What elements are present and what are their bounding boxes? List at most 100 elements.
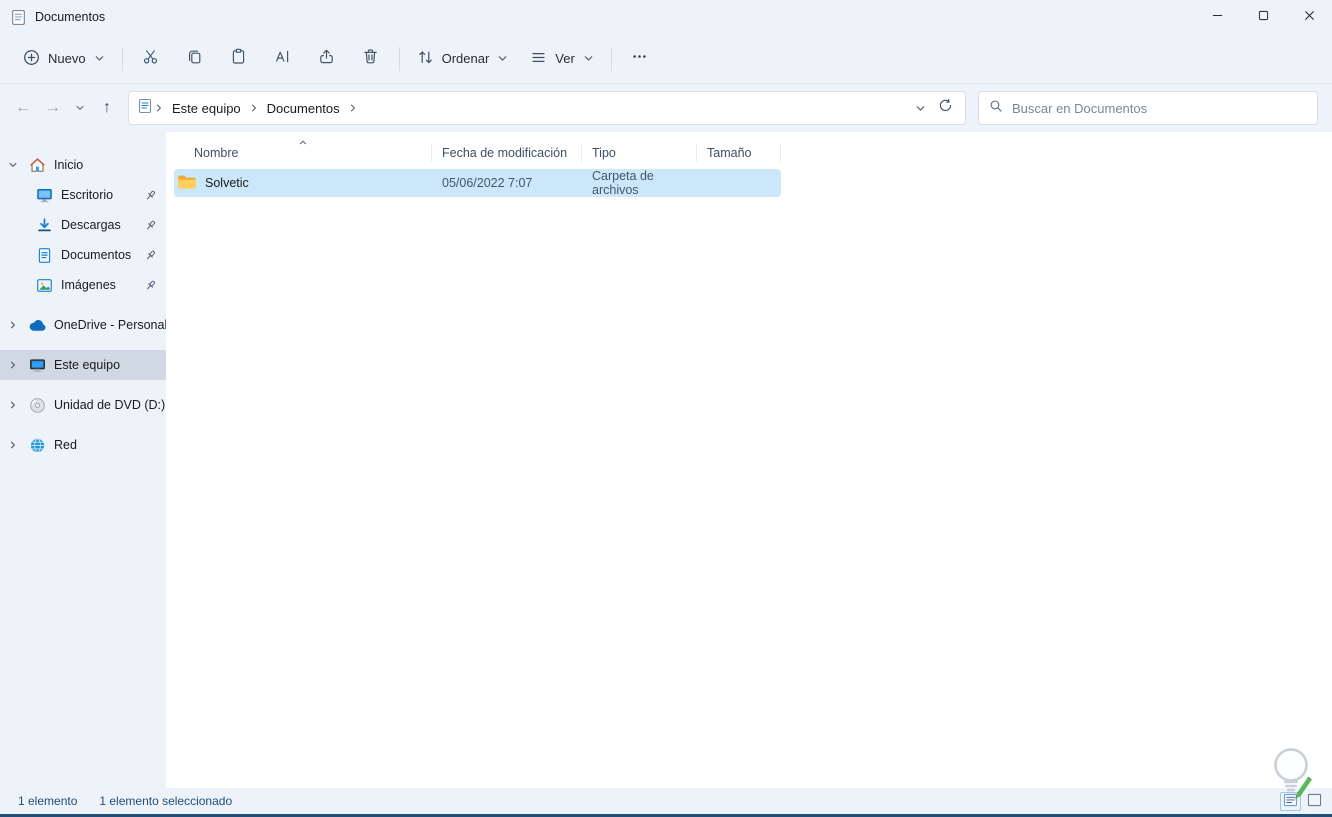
sort-button[interactable]: Ordenar <box>406 41 520 77</box>
sidebar-item-red[interactable]: Red <box>0 430 166 460</box>
arrow-right-icon: → <box>45 99 61 116</box>
sidebar-item-dvd-drive[interactable]: Unidad de DVD (D:) <box>0 390 166 420</box>
cut-button[interactable] <box>129 41 173 77</box>
file-name-cell: Solvetic <box>174 174 432 193</box>
chevron-right-icon <box>347 103 359 113</box>
new-button[interactable]: Nuevo <box>12 41 116 77</box>
column-header-nombre[interactable]: Nombre <box>174 138 432 168</box>
sidebar-item-onedrive[interactable]: OneDrive - Personal <box>0 310 168 340</box>
share-button[interactable] <box>305 41 349 77</box>
chevron-down-icon[interactable] <box>5 160 21 170</box>
file-name: Solvetic <box>205 176 249 190</box>
close-icon <box>1304 8 1315 26</box>
back-button[interactable]: ← <box>8 93 38 123</box>
selection-count: 1 elemento seleccionado <box>99 794 233 808</box>
address-bar[interactable]: Este equipo Documentos <box>128 91 966 125</box>
refresh-button[interactable] <box>938 98 953 118</box>
search-input[interactable] <box>1012 100 1307 116</box>
delete-button[interactable] <box>349 41 393 77</box>
file-modified-cell: 05/06/2022 7:07 <box>442 176 533 190</box>
minimize-button[interactable] <box>1194 0 1240 34</box>
sidebar-item-escritorio[interactable]: Escritorio <box>0 180 166 210</box>
view-button[interactable]: Ver <box>519 41 605 77</box>
chevron-down-icon <box>583 53 594 64</box>
forward-button[interactable]: → <box>38 93 68 123</box>
chevron-right-icon <box>248 103 260 113</box>
arrow-up-icon: ↑ <box>103 99 111 116</box>
toolbar-separator <box>610 46 612 71</box>
location-icon <box>137 98 153 119</box>
address-bar-controls <box>915 98 957 118</box>
paste-button[interactable] <box>217 41 261 77</box>
window-controls <box>1194 0 1332 34</box>
onedrive-icon <box>27 319 47 332</box>
column-header-tamano[interactable]: Tamaño <box>697 138 781 168</box>
pin-icon <box>144 219 157 232</box>
sidebar-item-este-equipo[interactable]: Este equipo <box>0 350 166 380</box>
window-title: Documentos <box>35 10 106 24</box>
share-icon <box>318 48 335 70</box>
more-options-button[interactable] <box>618 41 662 77</box>
recent-locations-button[interactable] <box>68 93 92 123</box>
copy-icon <box>186 48 203 70</box>
address-dropdown-button[interactable] <box>915 103 926 114</box>
computer-icon <box>27 357 47 374</box>
sidebar-item-descargas[interactable]: Descargas <box>0 210 166 240</box>
sidebar-item-label: Documentos <box>61 248 132 262</box>
sidebar-item-label: Descargas <box>61 218 121 232</box>
file-type-cell: Carpeta de archivos <box>592 169 654 197</box>
clipboard-icon <box>230 48 247 70</box>
details-view-icon <box>1283 793 1298 810</box>
chevron-right-icon[interactable] <box>5 320 21 330</box>
copy-button[interactable] <box>173 41 217 77</box>
content-area: Inicio Escritorio Descargas Documentos I… <box>0 132 1332 788</box>
ellipsis-icon <box>631 48 648 70</box>
sidebar-item-label: Imágenes <box>61 278 116 292</box>
network-icon <box>27 437 47 454</box>
column-header-label: Tamaño <box>707 146 752 160</box>
sidebar-item-inicio[interactable]: Inicio <box>0 150 166 180</box>
sidebar-item-documentos[interactable]: Documentos <box>0 240 166 270</box>
toolbar-separator <box>398 46 400 71</box>
list-lines-icon <box>530 49 547 69</box>
document-icon <box>10 9 27 26</box>
breadcrumb-item-documentos[interactable]: Documentos <box>260 101 347 116</box>
sidebar-item-label: Escritorio <box>61 188 114 202</box>
rename-button[interactable] <box>261 41 305 77</box>
maximize-button[interactable] <box>1240 0 1286 34</box>
chevron-right-icon[interactable] <box>5 440 21 450</box>
up-button[interactable]: ↑ <box>92 93 122 123</box>
desktop-icon <box>34 187 54 204</box>
toolbar-separator <box>121 46 123 71</box>
large-icons-view-button[interactable] <box>1304 792 1325 811</box>
rename-icon <box>274 48 291 70</box>
column-header-fecha[interactable]: Fecha de modificación <box>432 138 582 168</box>
sidebar-item-label: Inicio <box>54 158 84 172</box>
breadcrumb-item-este-equipo[interactable]: Este equipo <box>165 101 248 116</box>
sort-ascending-icon <box>299 138 308 147</box>
search-box <box>978 91 1318 125</box>
navigation-bar: ← → ↑ Este equipo Documentos <box>0 84 1332 132</box>
documents-icon <box>34 247 54 264</box>
chevron-right-icon[interactable] <box>5 360 21 370</box>
close-button[interactable] <box>1286 0 1332 34</box>
pin-icon <box>144 189 157 202</box>
sidebar-item-label: Unidad de DVD (D:) <box>54 398 166 412</box>
scissors-icon <box>142 48 159 70</box>
pin-icon <box>144 249 157 262</box>
sidebar-item-imagenes[interactable]: Imágenes <box>0 270 166 300</box>
pictures-icon <box>34 277 54 294</box>
new-button-label: Nuevo <box>48 51 86 66</box>
chevron-right-icon[interactable] <box>5 400 21 410</box>
sidebar-item-label: Red <box>54 438 77 452</box>
file-list-area: Nombre Fecha de modificación Tipo Tamaño… <box>166 132 1332 788</box>
sidebar-item-label: Este equipo <box>54 358 121 372</box>
maximize-icon <box>1258 8 1269 26</box>
file-row-solvetic[interactable]: Solvetic 05/06/2022 7:07 Carpeta de arch… <box>174 169 781 197</box>
plus-circle-icon <box>23 49 40 69</box>
sidebar-item-label: OneDrive - Personal <box>54 318 168 332</box>
home-icon <box>27 157 47 174</box>
details-view-button[interactable] <box>1280 791 1301 811</box>
column-header-tipo[interactable]: Tipo <box>582 138 697 168</box>
pin-icon <box>144 279 157 292</box>
